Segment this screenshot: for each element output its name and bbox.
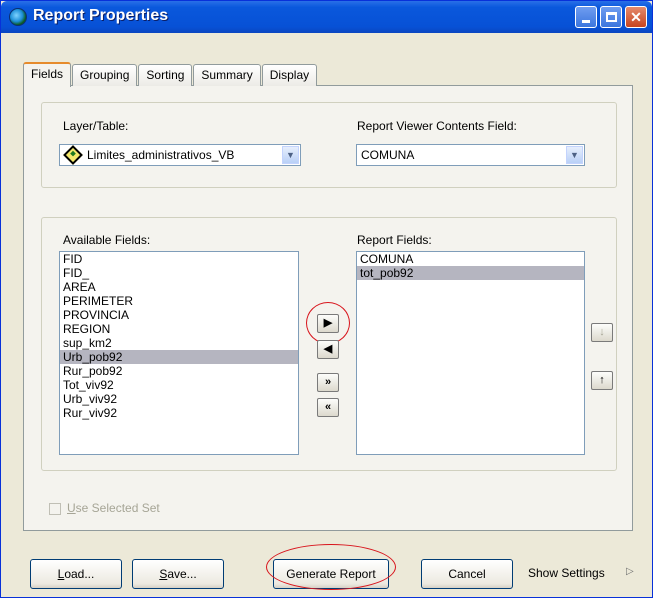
list-item[interactable]: FID [60,252,298,266]
globe-icon [9,8,27,26]
layer-table-value: Limites_administrativos_VB [87,148,235,162]
maximize-button[interactable] [600,6,622,28]
list-item[interactable]: AREA [60,280,298,294]
list-item[interactable]: Tot_viv92 [60,378,298,392]
layer-table-dropdown[interactable]: Limites_administrativos_VB ▼ [59,144,301,166]
report-properties-window: Report Properties ✕ Fields Grouping Sort… [0,0,653,598]
list-item[interactable]: REGION [60,322,298,336]
highlight-circle [306,302,350,344]
remove-field-button[interactable]: ◀ [317,340,339,359]
use-selected-set-checkbox[interactable] [49,503,61,515]
tab-grouping[interactable]: Grouping [72,64,138,86]
list-item[interactable]: PERIMETER [60,294,298,308]
available-fields-label: Available Fields: [63,233,151,247]
title-bar[interactable]: Report Properties ✕ [1,1,652,33]
close-icon: ✕ [630,9,642,25]
tab-sorting[interactable]: Sorting [138,64,193,86]
list-item[interactable]: tot_pob92 [357,266,584,280]
move-up-button[interactable]: ↑ [591,371,613,390]
show-settings-link[interactable]: Show Settings [528,566,605,580]
list-item[interactable]: Urb_pob92 [60,350,298,364]
chevron-down-icon[interactable]: ▼ [566,146,583,164]
maximize-icon [605,12,617,22]
tab-display[interactable]: Display [261,64,318,86]
close-button[interactable]: ✕ [625,6,647,28]
list-item[interactable]: Urb_viv92 [60,392,298,406]
list-item[interactable]: Rur_pob92 [60,364,298,378]
tab-summary[interactable]: Summary [193,64,261,86]
contents-field-label: Report Viewer Contents Field: [357,119,517,133]
report-fields-label: Report Fields: [357,233,432,247]
add-all-fields-button[interactable]: » [317,373,339,392]
chevron-right-icon[interactable]: ▷ [626,566,634,577]
list-item[interactable]: PROVINCIA [60,308,298,322]
contents-field-value: COMUNA [361,148,415,162]
minimize-button[interactable] [575,6,597,28]
list-item[interactable]: COMUNA [357,252,584,266]
window-title: Report Properties [33,7,169,24]
list-item[interactable]: sup_km2 [60,336,298,350]
minimize-icon [582,20,590,23]
report-fields-list[interactable]: COMUNA tot_pob92 [356,251,585,455]
move-down-button[interactable]: ↓ [591,323,613,342]
remove-all-fields-button[interactable]: « [317,398,339,417]
list-item[interactable]: Rur_viv92 [60,406,298,420]
list-item[interactable]: FID_ [60,266,298,280]
contents-field-dropdown[interactable]: COMUNA ▼ [356,144,585,166]
chevron-down-icon[interactable]: ▼ [282,146,299,164]
layer-icon [63,145,83,165]
use-selected-set-label: Use Selected Set [67,501,160,515]
tab-fields[interactable]: Fields [23,62,72,87]
save-button[interactable]: Save... [132,559,224,589]
cancel-button[interactable]: Cancel [421,559,513,589]
layer-table-label: Layer/Table: [63,119,129,133]
highlight-circle [266,544,396,590]
tab-strip: Fields Grouping Sorting Summary Display [23,62,318,87]
available-fields-list[interactable]: FID FID_ AREA PERIMETER PROVINCIA REGION sup_k… [59,251,299,455]
load-button[interactable]: Load... [30,559,122,589]
